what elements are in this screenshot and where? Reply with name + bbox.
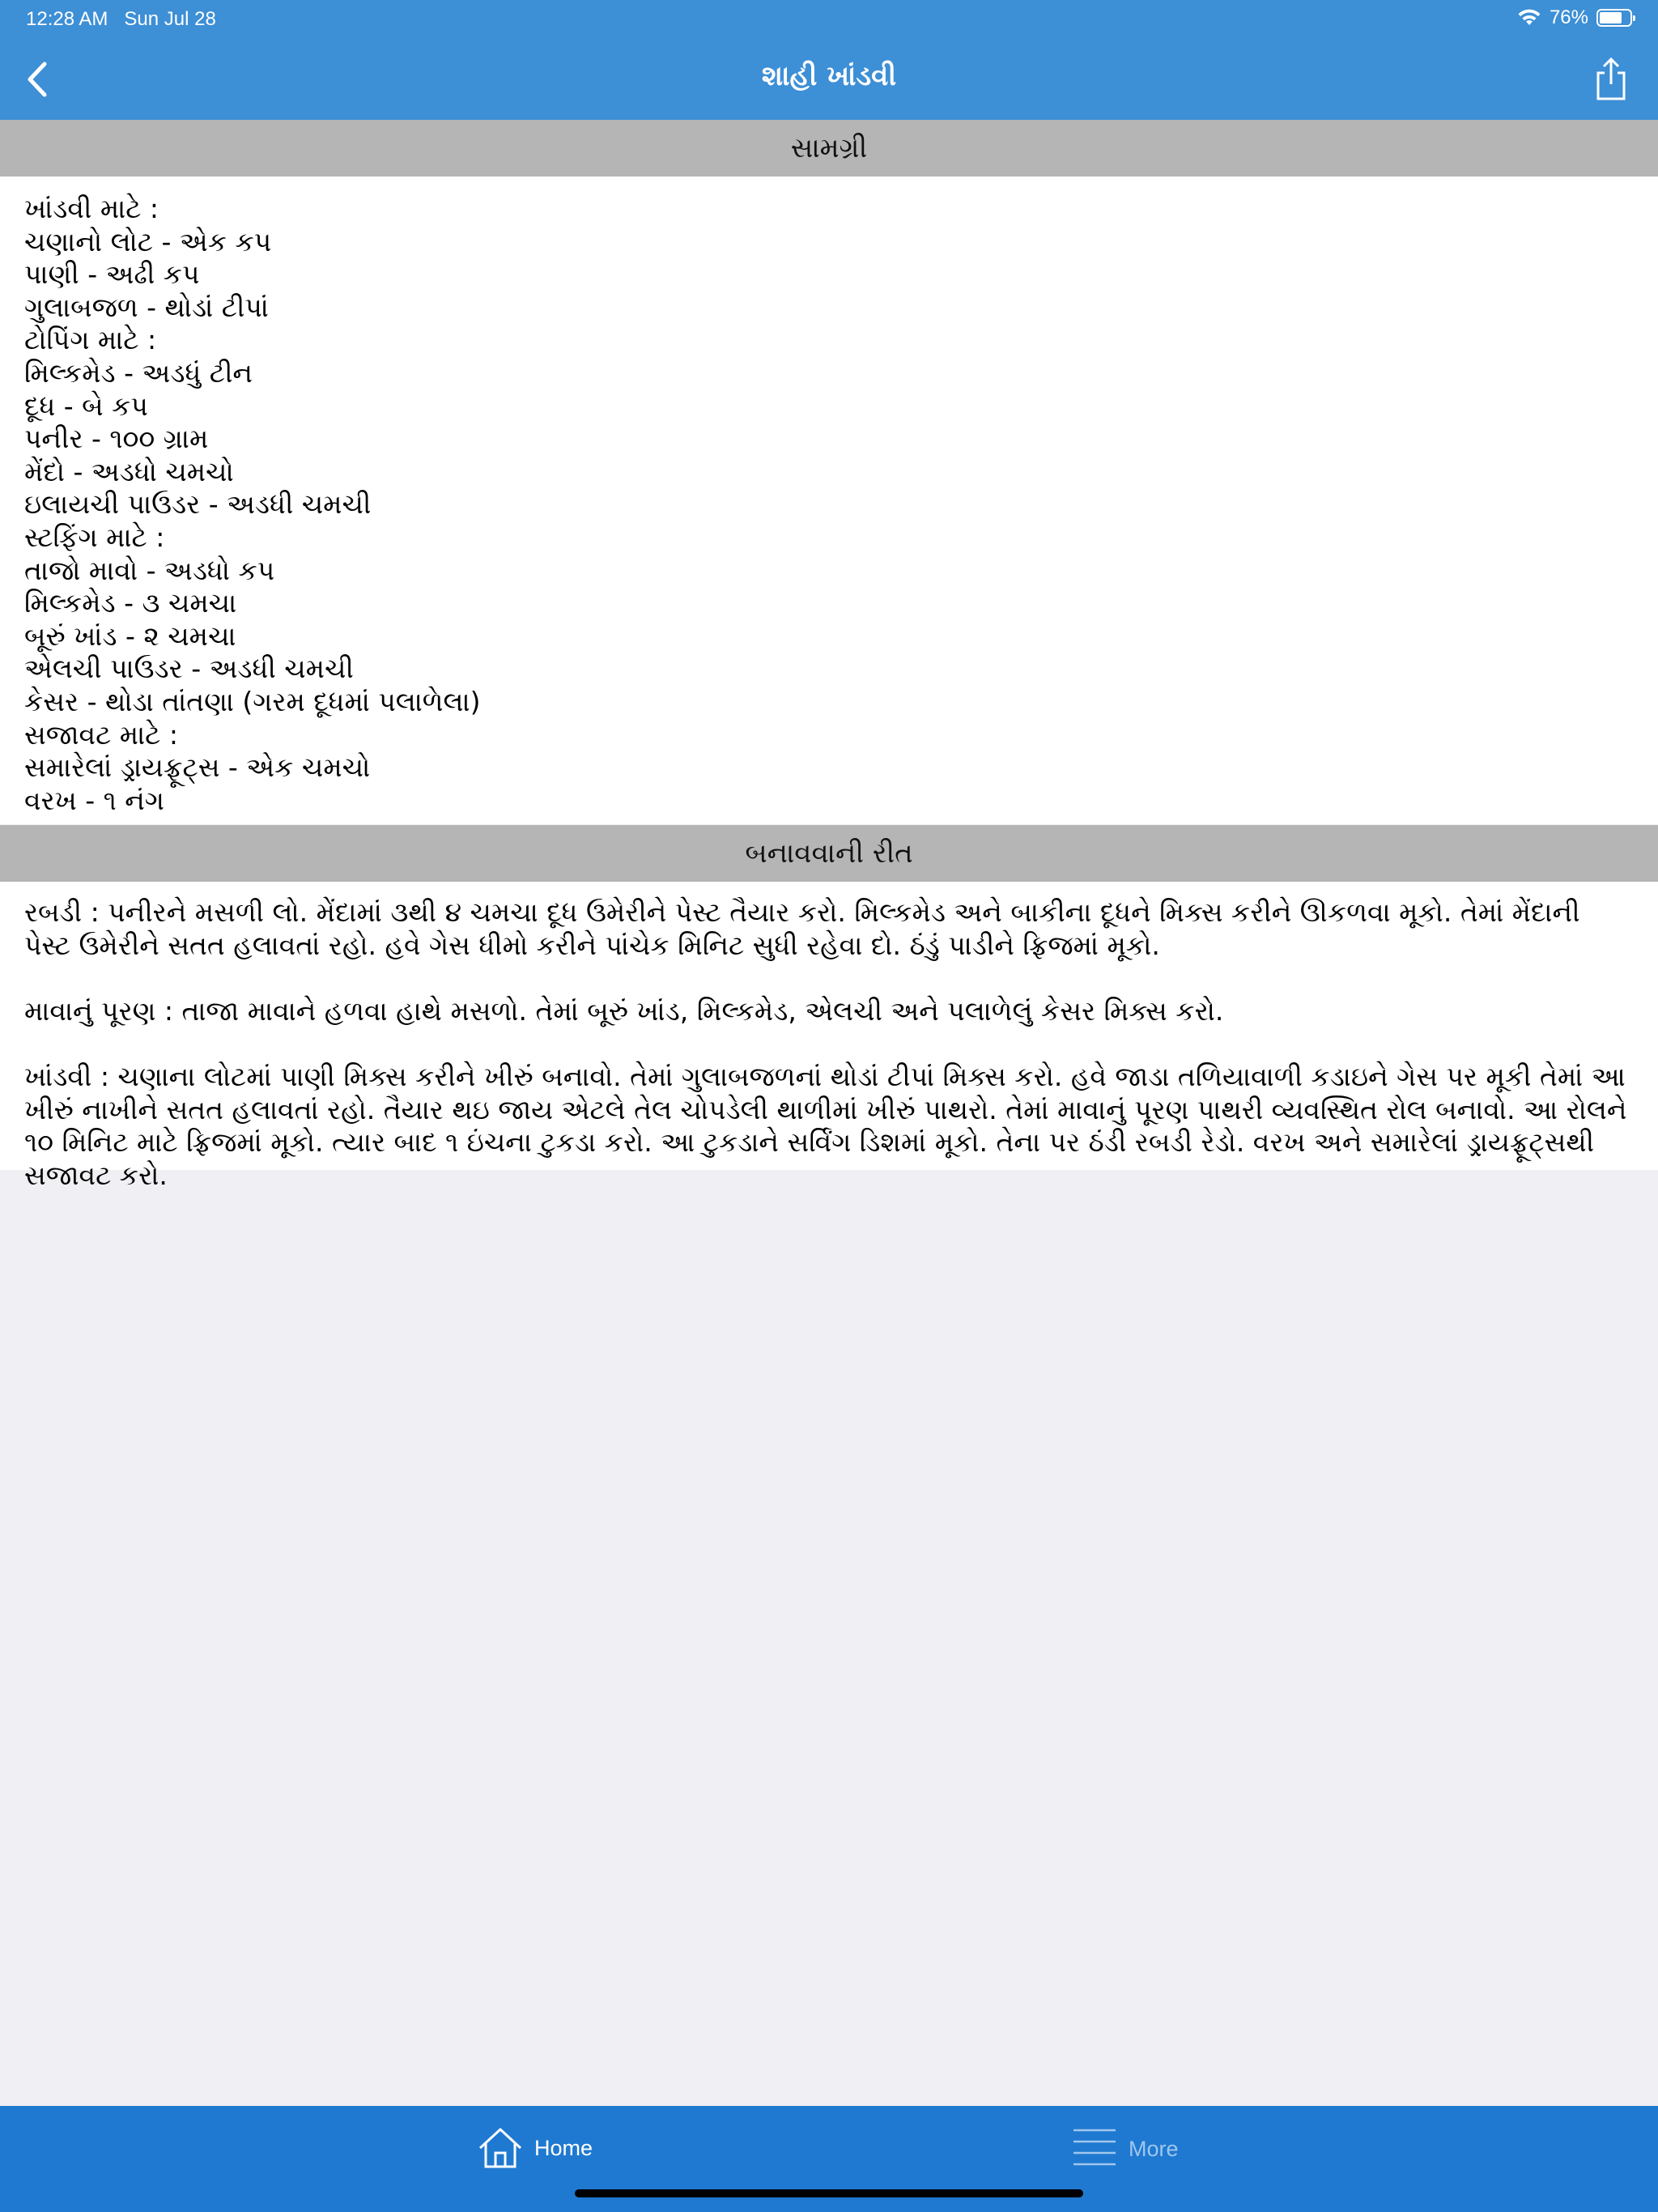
ingredient-line: સમારેલાં ડ્રાયફ્રૂટ્સ - એક ચમચો xyxy=(24,751,371,784)
ingredient-line: પાણી - અઢી કપ xyxy=(24,258,200,291)
nav-bar: શાહી ખાંડવી xyxy=(0,39,1658,120)
ingredient-line: એલચી પાઉડર - અડધી ચમચી xyxy=(24,653,354,685)
ingredient-line: ગુલાબજળ - થોડાં ટીપાં xyxy=(24,291,269,323)
tab-more-label: More xyxy=(1129,2136,1179,2161)
home-icon xyxy=(478,2128,522,2168)
ingredient-line: મેંદો - અડધો ચમચો xyxy=(24,455,234,487)
ingredient-line: તાજો માવો - અડધો કપ xyxy=(24,554,275,586)
status-indicators: 76% xyxy=(1517,6,1635,29)
wifi-icon xyxy=(1518,9,1541,25)
tab-home[interactable]: Home xyxy=(478,2127,593,2169)
ingredients-header: સામગ્રી xyxy=(0,120,1658,177)
home-indicator xyxy=(575,2189,1083,2197)
method-text: રબડી : પનીરને મસળી લો. મેંદામાં ૩થી ૪ ચમ… xyxy=(0,882,1658,1191)
ingredient-line: સ્ટફિંગ માટે : xyxy=(24,521,165,553)
ingredient-line: વરખ - ૧ નંગ xyxy=(24,784,164,816)
method-paragraph: રબડી : પનીરને મસળી લો. મેંદામાં ૩થી ૪ ચમ… xyxy=(24,896,1580,961)
battery-icon xyxy=(1596,9,1635,27)
method-header: બનાવવાની રીત xyxy=(0,825,1658,882)
ingredient-line: મિલ્કમેડ - ૩ ચમચા xyxy=(24,587,237,619)
status-time: 12:28 AM xyxy=(26,8,108,30)
menu-lines-icon xyxy=(1073,2129,1116,2166)
ingredients-list: ખાંડવી માટે : ચણાનો લોટ - એક કપ પાણી - અઢી… xyxy=(0,177,1658,824)
ingredient-line: ઇલાયચી પાઉડર - અડધી ચમચી xyxy=(24,488,372,521)
ingredient-line: કેસર - થોડા તાંતણા (ગરમ દૂધમાં પલાળેલા) xyxy=(24,685,481,717)
tab-more[interactable]: More xyxy=(1072,2127,1179,2171)
ingredient-line: મિલ્કમેડ - અડધું ટીન xyxy=(24,356,253,389)
ingredient-line: પનીર - ૧૦૦ ગ્રામ xyxy=(24,423,209,455)
battery-percent: 76% xyxy=(1549,6,1588,28)
share-icon xyxy=(1596,57,1626,100)
method-paragraph: ખાંડવી : ચણાના લોટમાં પાણી મિક્સ કરીને ખ… xyxy=(24,1060,1627,1191)
ingredient-line: બૂરું ખાંડ - ૨ ચમચા xyxy=(24,619,236,652)
ingredient-line: સજાવટ માટે : xyxy=(24,718,178,751)
page-title: શાહી ખાંડવી xyxy=(761,60,897,92)
ingredient-line: દૂધ - બે કપ xyxy=(24,389,148,422)
tab-home-label: Home xyxy=(534,2135,593,2160)
method-paragraph: માવાનું પૂરણ : તાજા માવાને હળવા હાથે મસળ… xyxy=(24,994,1224,1027)
ingredient-line: ટોપિંગ માટે : xyxy=(24,324,157,356)
share-button[interactable] xyxy=(1588,53,1634,105)
ingredient-line: ચણાનો લોટ - એક કપ xyxy=(24,225,272,257)
status-bar: 12:28 AM Sun Jul 28 76% xyxy=(0,0,1658,39)
status-time-date: 12:28 AM Sun Jul 28 xyxy=(26,8,216,31)
ingredient-line: ખાંડવી માટે : xyxy=(24,193,159,224)
battery-level xyxy=(1600,12,1622,23)
status-date: Sun Jul 28 xyxy=(124,8,216,30)
